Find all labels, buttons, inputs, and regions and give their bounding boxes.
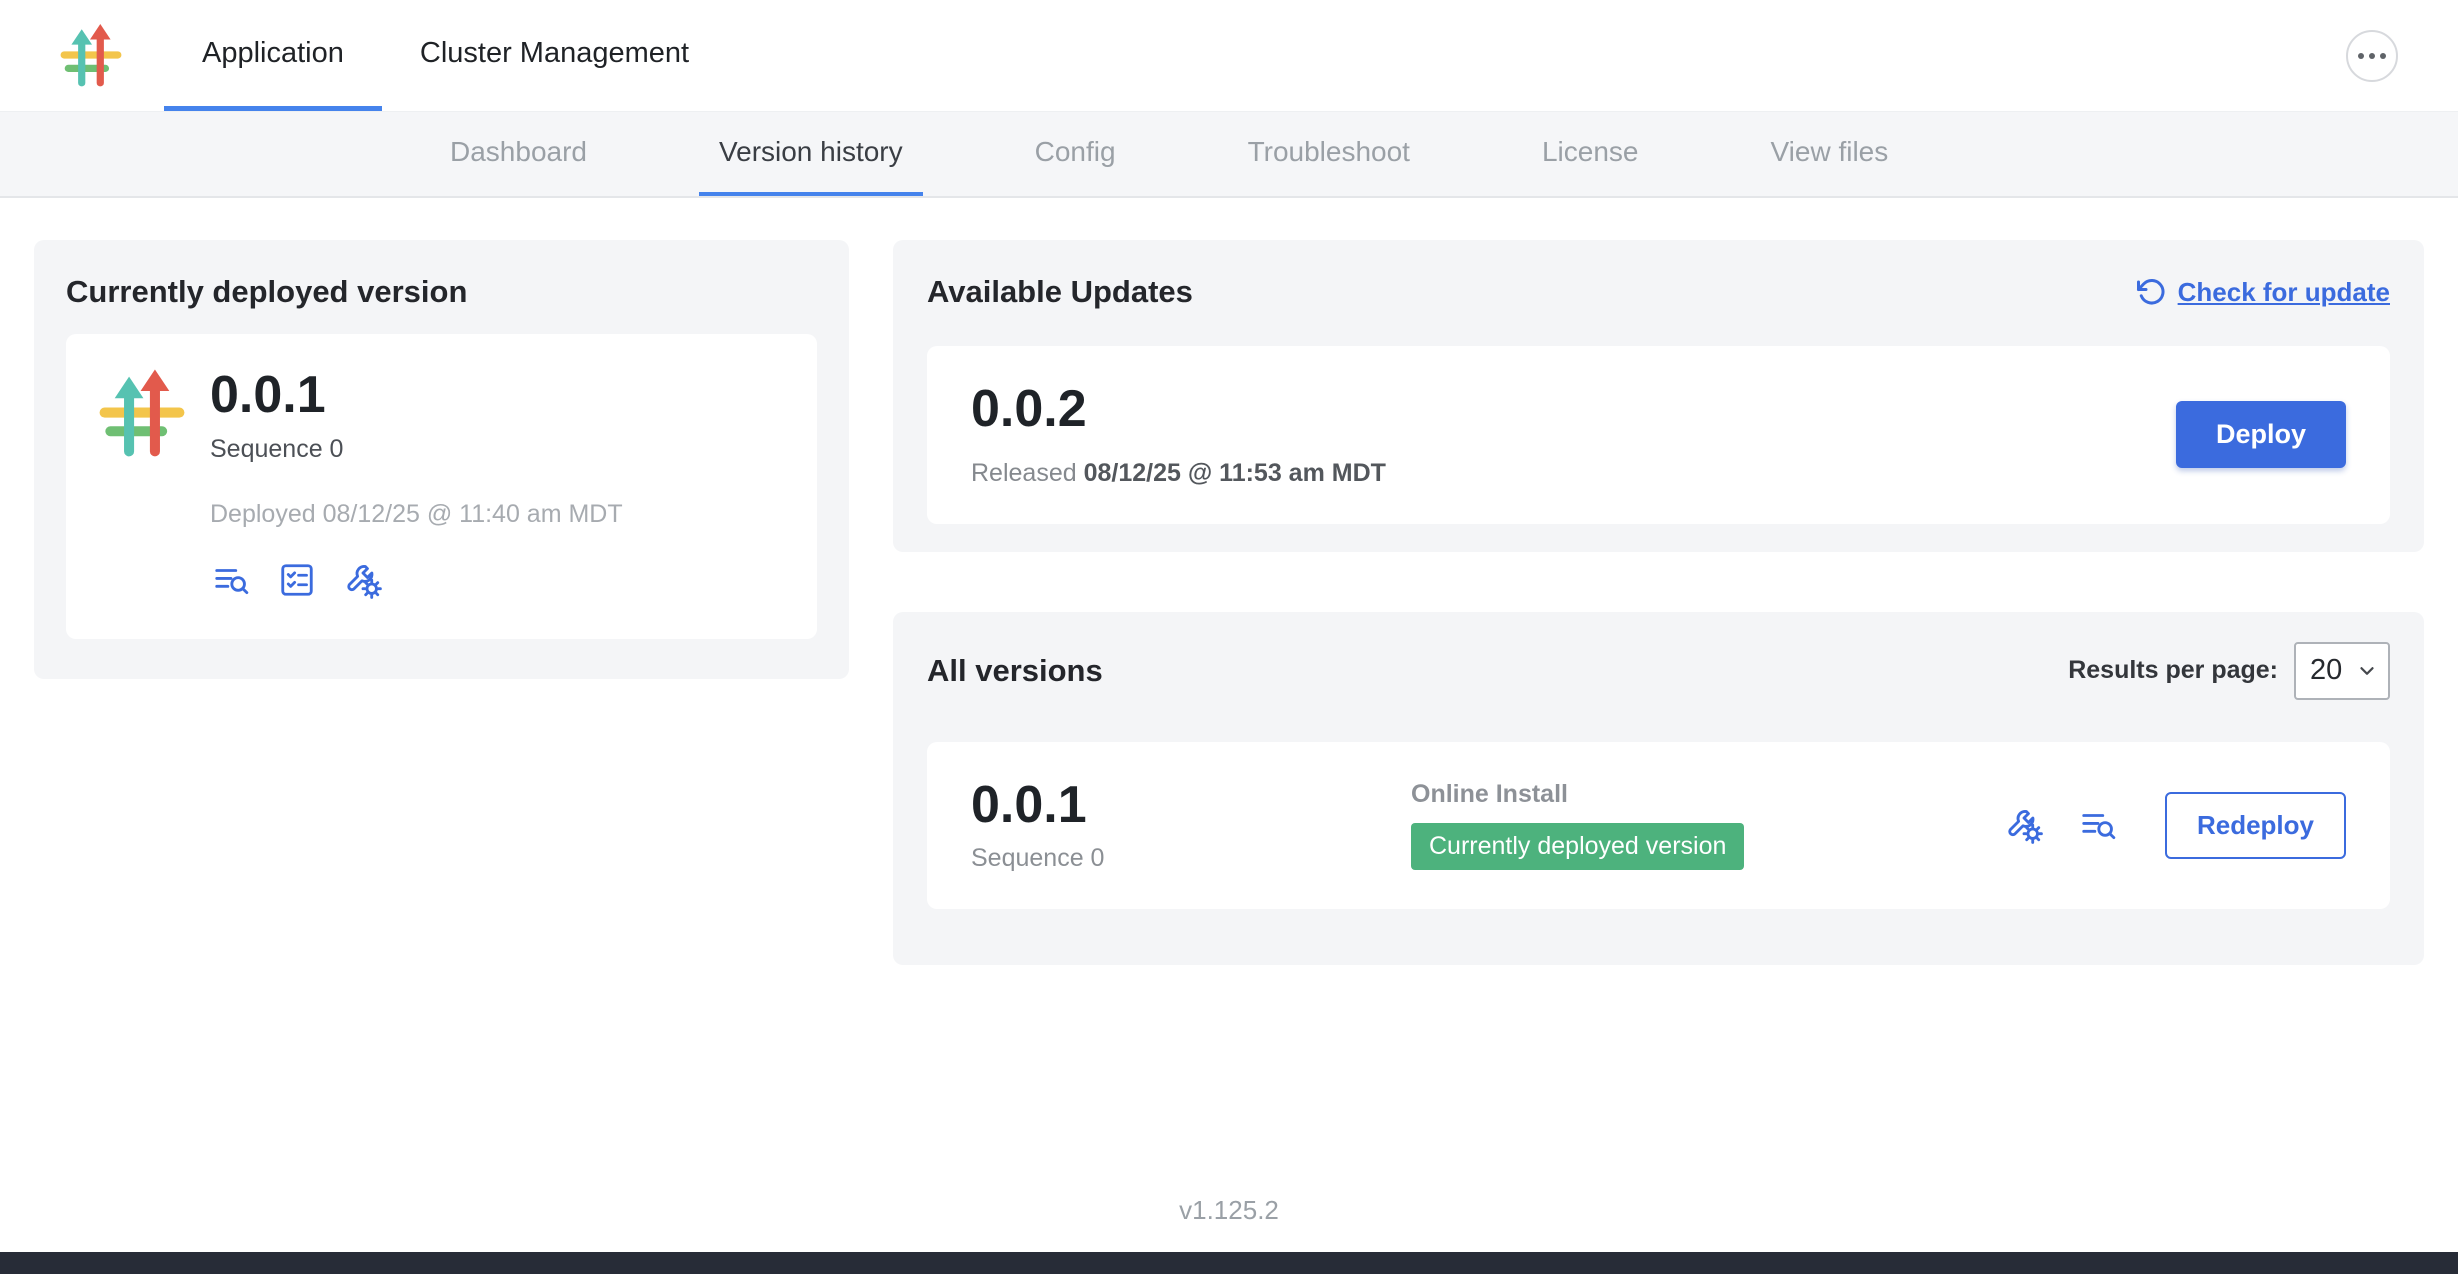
install-type: Online Install xyxy=(1411,780,2003,809)
version-row: 0.0.1 Sequence 0 Online Install Currentl… xyxy=(927,742,2390,910)
console-version: v1.125.2 xyxy=(1179,1195,1279,1225)
top-bar: Application Cluster Management xyxy=(0,0,2458,112)
more-menu-button[interactable] xyxy=(2346,30,2398,82)
all-versions-card: All versions Results per page: 20 0.0 xyxy=(893,612,2424,966)
tab-application[interactable]: Application xyxy=(164,0,382,111)
page: Application Cluster Management Dashboard… xyxy=(0,0,2458,1274)
preflight-checks-button[interactable] xyxy=(276,559,318,601)
logs-icon xyxy=(212,561,250,599)
subnav-item-troubleshoot[interactable]: Troubleshoot xyxy=(1228,112,1430,196)
update-details: 0.0.2 Released 08/12/25 @ 11:53 am MDT xyxy=(971,382,1386,488)
all-versions-title: All versions xyxy=(927,653,1103,689)
redeploy-button[interactable]: Redeploy xyxy=(2165,792,2346,859)
app-logo-icon xyxy=(96,368,188,460)
deployed-version-details: 0.0.1 Sequence 0 Deployed 08/12/25 @ 11:… xyxy=(210,368,623,601)
results-per-page-label: Results per page: xyxy=(2068,656,2278,685)
results-per-page-select[interactable]: 20 xyxy=(2294,642,2390,700)
edit-config-button[interactable] xyxy=(342,559,384,601)
ellipsis-icon xyxy=(2358,53,2386,59)
console-version-footer: v1.125.2 xyxy=(0,1161,2458,1252)
row-sequence: Sequence 0 xyxy=(971,844,1411,873)
view-logs-button[interactable] xyxy=(210,559,252,601)
deployed-version-number: 0.0.1 xyxy=(210,368,623,423)
deployed-version-card: Currently deployed version 0.0.1 Sequenc… xyxy=(34,240,849,679)
check-for-update-link[interactable]: Check for update xyxy=(2136,277,2390,308)
deploy-button[interactable]: Deploy xyxy=(2176,401,2346,468)
subnav-item-view-files[interactable]: View files xyxy=(1750,112,1908,196)
deployed-sequence: Sequence 0 xyxy=(210,435,623,464)
refresh-icon xyxy=(2136,277,2166,307)
deployed-timestamp: Deployed 08/12/25 @ 11:40 am MDT xyxy=(210,500,623,529)
tab-cluster-management[interactable]: Cluster Management xyxy=(382,0,727,111)
app-subnav: Dashboard Version history Config Trouble… xyxy=(0,112,2458,198)
deployed-version-panel: 0.0.1 Sequence 0 Deployed 08/12/25 @ 11:… xyxy=(66,334,817,639)
app-logo-icon xyxy=(58,23,124,89)
results-per-page: Results per page: 20 xyxy=(2068,642,2390,700)
update-row: 0.0.2 Released 08/12/25 @ 11:53 am MDT D… xyxy=(927,346,2390,524)
wrench-gear-icon xyxy=(2005,806,2043,844)
wrench-gear-icon xyxy=(344,561,382,599)
deployed-card-title: Currently deployed version xyxy=(66,274,817,310)
logs-icon xyxy=(2079,806,2117,844)
all-versions-header: All versions Results per page: 20 xyxy=(927,642,2390,700)
check-for-update-label: Check for update xyxy=(2178,277,2390,308)
available-updates-header: Available Updates Check for update xyxy=(927,274,2390,310)
version-row-actions: Redeploy xyxy=(2003,792,2346,859)
main-content: Currently deployed version 0.0.1 Sequenc… xyxy=(0,198,2458,1161)
version-row-status: Online Install Currently deployed versio… xyxy=(1411,780,2003,870)
row-view-logs-button[interactable] xyxy=(2077,804,2119,846)
deployed-actions xyxy=(210,559,623,601)
released-timestamp: 08/12/25 @ 11:53 am MDT xyxy=(1084,459,1386,487)
available-updates-title: Available Updates xyxy=(927,274,1193,310)
subnav-item-config[interactable]: Config xyxy=(1015,112,1136,196)
deployed-status-badge: Currently deployed version xyxy=(1411,823,1744,870)
checklist-icon xyxy=(278,561,316,599)
update-version-number: 0.0.2 xyxy=(971,382,1386,437)
right-column: Available Updates Check for update 0.0.2… xyxy=(893,240,2424,965)
row-edit-config-button[interactable] xyxy=(2003,804,2045,846)
bottom-bar xyxy=(0,1252,2458,1274)
available-updates-card: Available Updates Check for update 0.0.2… xyxy=(893,240,2424,552)
row-version-number: 0.0.1 xyxy=(971,778,1411,833)
update-released-line: Released 08/12/25 @ 11:53 am MDT xyxy=(971,459,1386,488)
results-per-page-value: 20 xyxy=(2310,654,2342,687)
version-row-details: 0.0.1 Sequence 0 xyxy=(971,778,1411,874)
chevron-down-icon xyxy=(2356,660,2378,682)
top-tabs: Application Cluster Management xyxy=(164,0,727,111)
subnav-item-dashboard[interactable]: Dashboard xyxy=(430,112,607,196)
released-label: Released xyxy=(971,459,1077,487)
subnav-item-license[interactable]: License xyxy=(1522,112,1659,196)
subnav-item-version-history[interactable]: Version history xyxy=(699,112,923,196)
